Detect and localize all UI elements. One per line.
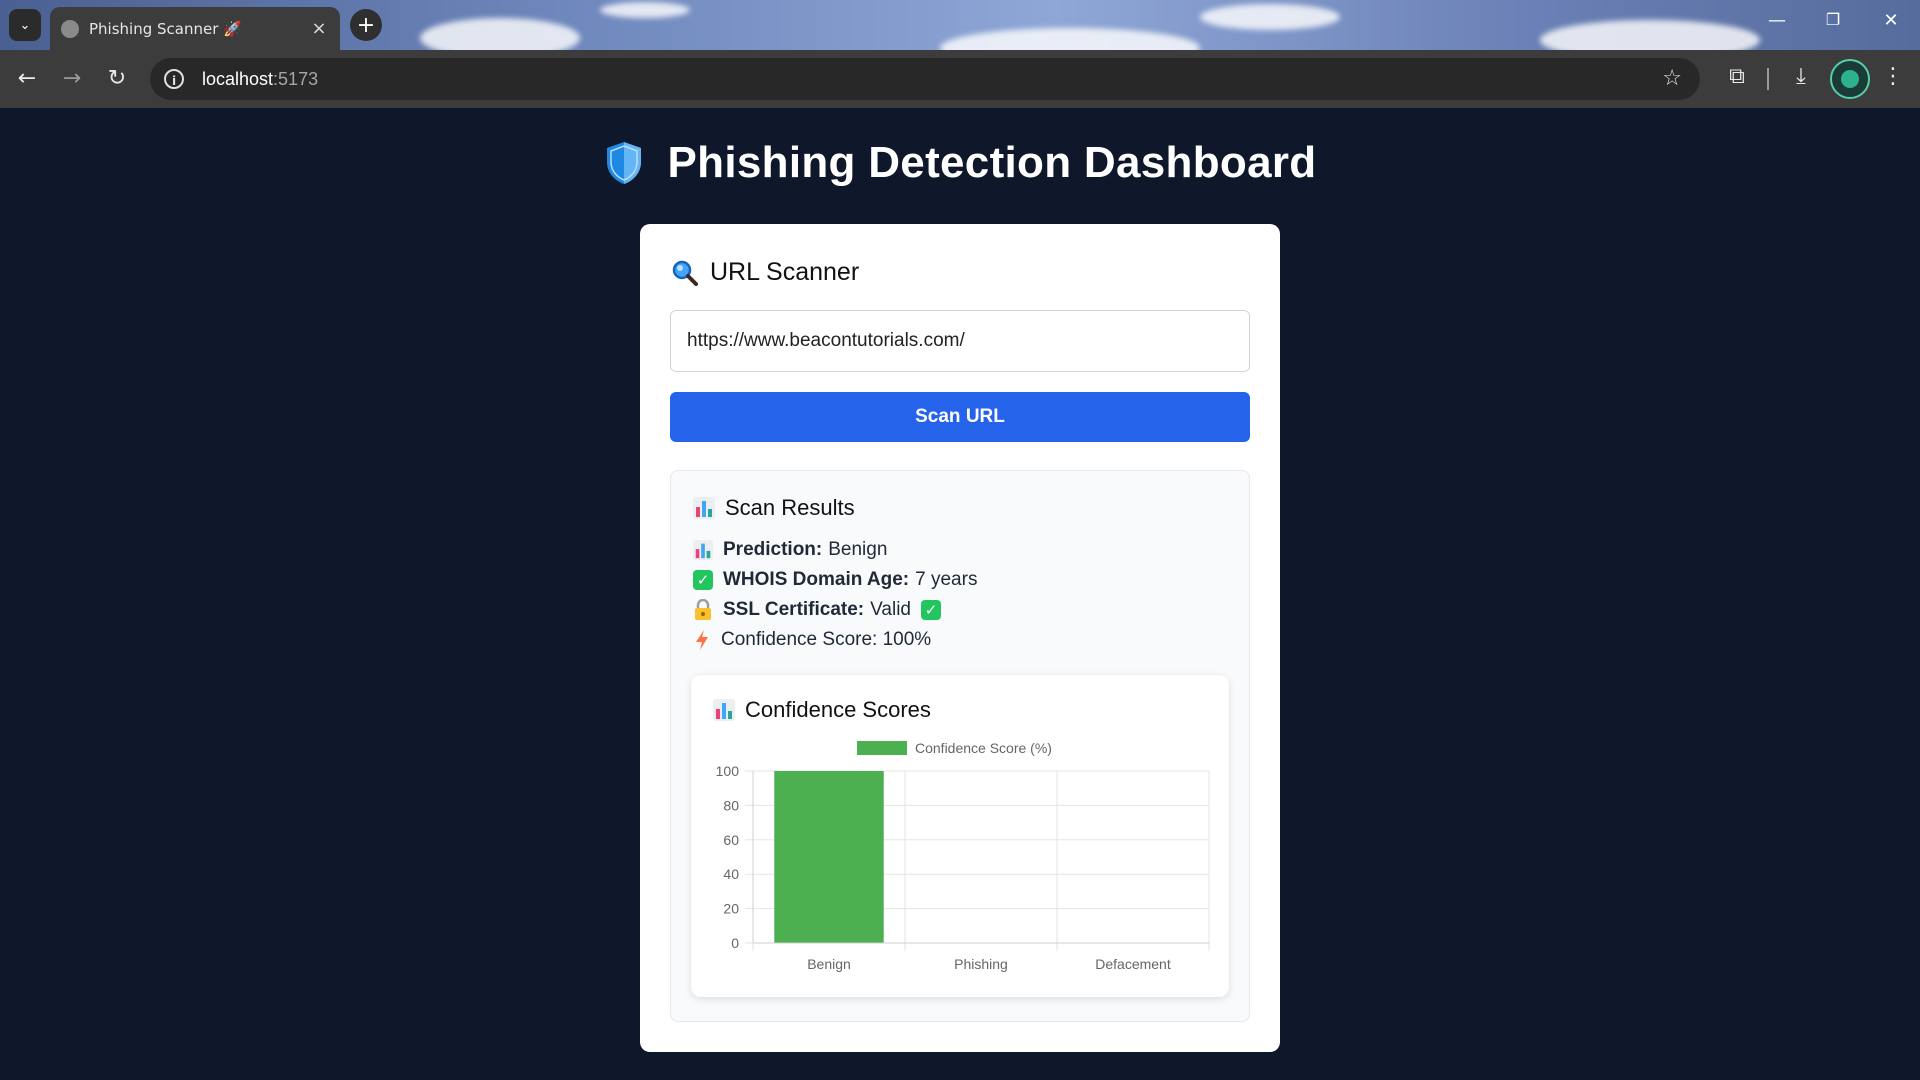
check-box-icon: ✓ [693, 570, 713, 590]
y-tick-label: 60 [723, 832, 739, 848]
back-arrow-icon[interactable]: ← [12, 64, 42, 94]
profile-avatar[interactable] [1830, 59, 1870, 99]
chart-title: Confidence Scores [745, 697, 931, 722]
extensions-icon[interactable]: ⧉ [1722, 64, 1752, 89]
bar-benign [774, 771, 884, 943]
ssl-label: SSL Certificate: [723, 599, 865, 620]
address-bar[interactable]: i localhost:5173 ☆ [150, 58, 1700, 100]
x-tick-label: Phishing [954, 956, 1008, 972]
background-cloud [940, 28, 1200, 50]
lightning-icon [696, 630, 708, 650]
site-info-icon[interactable]: i [164, 69, 184, 89]
bar-chart-icon [713, 699, 735, 721]
confidence-row: Confidence Score: 100% [693, 629, 931, 651]
y-tick-label: 80 [723, 797, 739, 813]
shield-icon [606, 142, 641, 184]
whois-value: 7 years [915, 569, 978, 590]
magnifier-icon [672, 260, 698, 286]
tab-title: Phishing Scanner 🚀 [89, 19, 242, 38]
lock-icon [695, 599, 711, 620]
download-icon[interactable]: ⤓ [1786, 64, 1816, 89]
scan-results-panel: Scan Results Prediction: Benign ✓ WHOIS … [670, 470, 1250, 1022]
chart-heading: Confidence Scores [713, 697, 931, 723]
confidence-chart-card: Confidence Score (%) 0 20 40 60 80 100 Benign Ph… [691, 675, 1229, 997]
minimize-icon[interactable]: — [1762, 10, 1792, 31]
dashboard-header: Phishing Detection Dashboard [0, 138, 1920, 188]
prediction-value: Benign [828, 539, 888, 560]
confidence-chart: Confidence Score (%) 0 20 40 60 80 100 Benign Ph… [716, 740, 1210, 972]
whois-label: WHOIS Domain Age: [723, 569, 910, 590]
prediction-label: Prediction: [723, 539, 823, 560]
tab-search-button[interactable]: ⌄ [9, 9, 41, 41]
new-tab-button[interactable]: + [350, 9, 382, 41]
browser-menu-icon[interactable]: ⋮ [1878, 64, 1908, 89]
results-heading: Scan Results [693, 495, 855, 521]
ssl-value: Valid [870, 599, 911, 620]
scanner-heading: URL Scanner [672, 258, 859, 287]
url-port: :5173 [273, 68, 319, 89]
forward-arrow-icon[interactable]: → [57, 64, 87, 94]
browser-tab-strip: ⌄ Phishing Scanner 🚀 × + — ❐ ✕ [0, 0, 1920, 50]
reload-icon[interactable]: ↻ [102, 64, 132, 94]
scanner-card: URL Scanner Scan URL Scan Results [640, 224, 1280, 1052]
check-box-icon: ✓ [920, 600, 941, 620]
page-title: Phishing Detection Dashboard [667, 138, 1317, 187]
scanner-heading-text: URL Scanner [710, 258, 860, 286]
scan-url-button[interactable]: Scan URL [670, 392, 1250, 442]
confidence-text: Confidence Score: 100% [721, 629, 932, 650]
x-tick-label: Defacement [1095, 956, 1171, 972]
bookmark-star-icon[interactable]: ☆ [1662, 66, 1682, 91]
page-content: Phishing Detection Dashboard URL Scanner… [0, 108, 1920, 1080]
bar-chart-icon [693, 497, 715, 519]
globe-icon [61, 19, 79, 38]
toolbar-divider [1767, 68, 1769, 90]
whois-row: ✓ WHOIS Domain Age: 7 years [693, 569, 977, 591]
ssl-row: SSL Certificate: Valid ✓ [693, 599, 941, 621]
url-input[interactable] [670, 310, 1250, 372]
url-host: localhost [202, 68, 274, 89]
y-tick-label: 0 [731, 935, 739, 951]
y-tick-label: 100 [716, 763, 740, 779]
close-window-icon[interactable]: ✕ [1876, 10, 1906, 31]
browser-tab[interactable]: Phishing Scanner 🚀 × [50, 7, 340, 50]
results-heading-text: Scan Results [725, 495, 855, 520]
close-tab-icon[interactable]: × [308, 18, 330, 39]
bar-chart-icon [693, 540, 713, 560]
background-cloud [600, 2, 690, 18]
browser-toolbar: ← → ↻ i localhost:5173 ☆ ⧉ ⤓ ⋮ [0, 50, 1920, 108]
legend-label: Confidence Score (%) [915, 740, 1052, 756]
y-tick-label: 40 [723, 866, 739, 882]
legend-swatch [857, 741, 907, 755]
y-tick-label: 20 [723, 901, 739, 917]
restore-icon[interactable]: ❐ [1818, 10, 1848, 29]
background-cloud [1540, 20, 1760, 50]
background-cloud [1200, 4, 1340, 30]
address-url[interactable]: localhost:5173 [202, 69, 318, 90]
x-tick-label: Benign [807, 956, 851, 972]
prediction-row: Prediction: Benign [693, 539, 887, 561]
background-cloud [420, 18, 580, 50]
